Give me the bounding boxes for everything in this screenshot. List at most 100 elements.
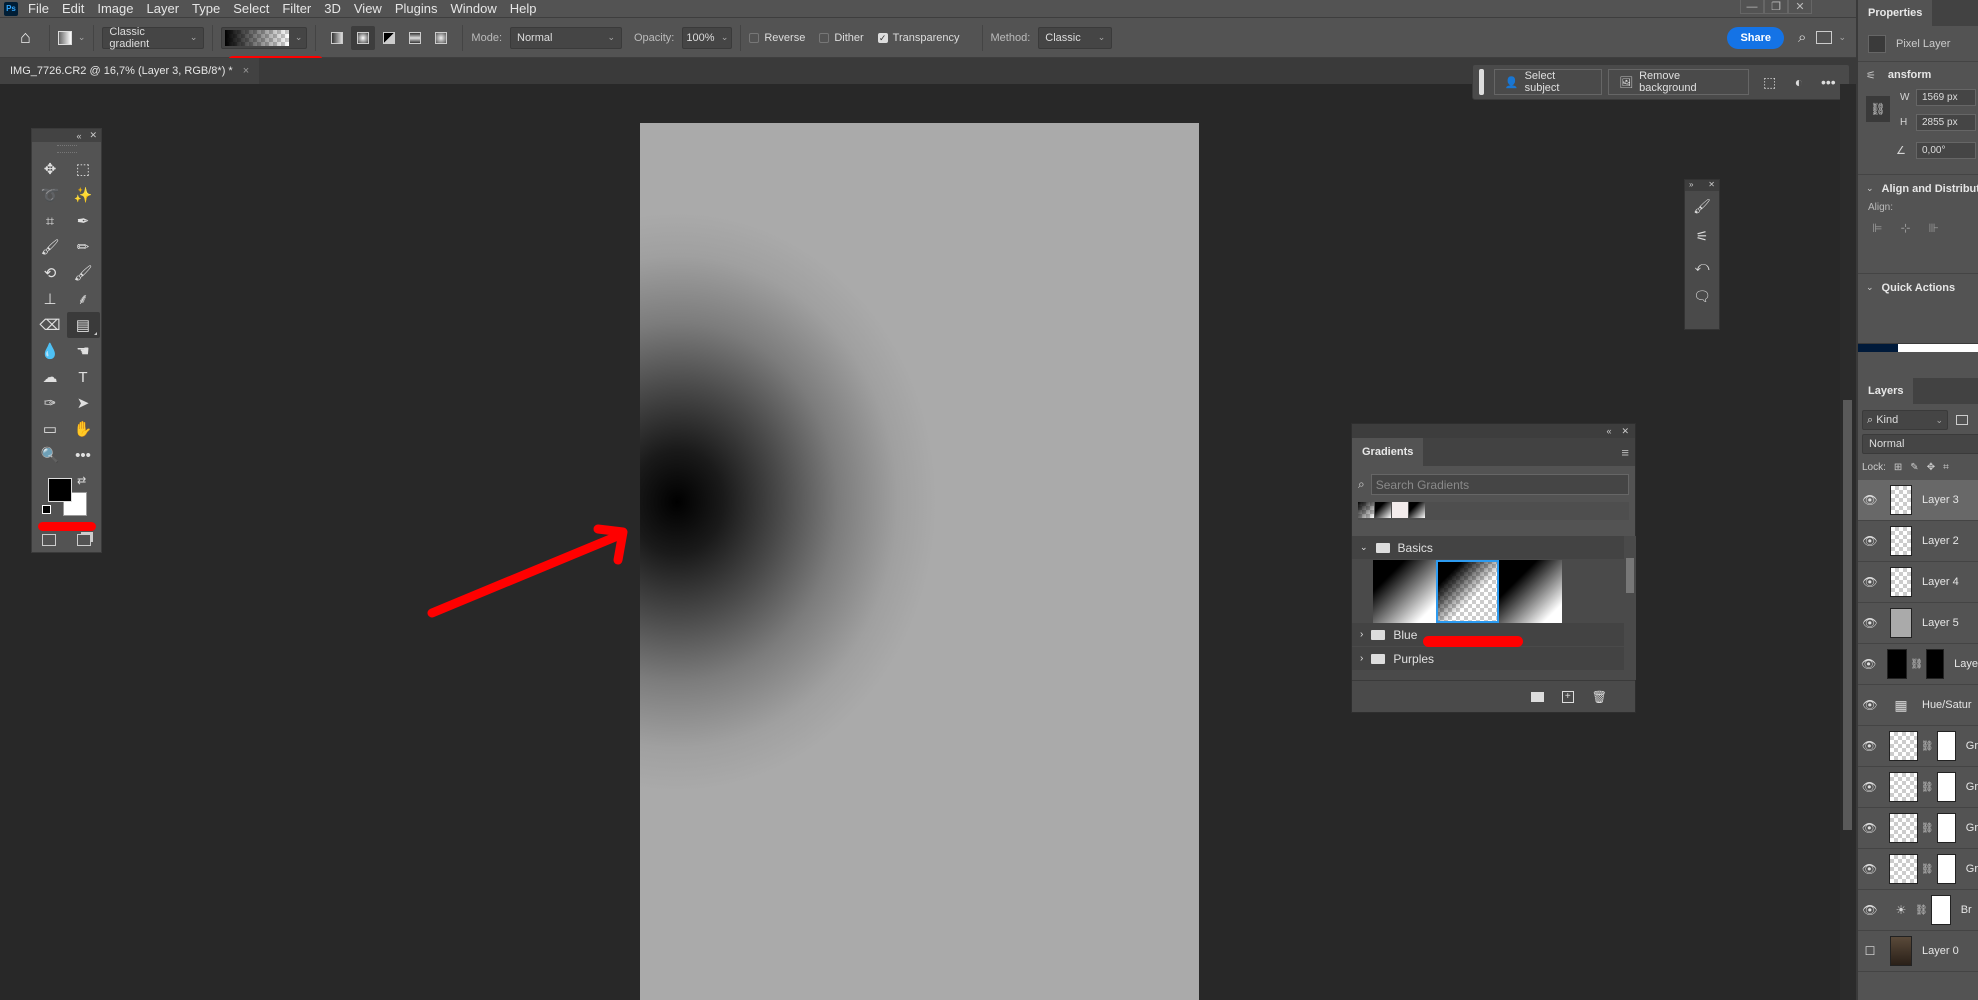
menu-layer[interactable]: Layer <box>147 1 180 16</box>
mode-dropdown[interactable]: Normal ⌄ <box>510 26 622 49</box>
gradients-tab[interactable]: Gradients <box>1352 438 1424 466</box>
gradient-list-scrollbar[interactable] <box>1624 536 1636 680</box>
panel-menu-icon[interactable]: ≡ <box>1621 438 1635 466</box>
collapse-icon[interactable]: « <box>1606 426 1611 436</box>
minimize-button[interactable]: — <box>1740 0 1764 14</box>
close-icon[interactable]: ✕ <box>1708 180 1715 191</box>
share-button[interactable]: Share <box>1727 26 1785 49</box>
layer-row[interactable]: 👁 Layer 2 <box>1858 521 1978 562</box>
dither-checkbox[interactable]: Dither <box>819 32 864 44</box>
select-subject-button[interactable]: 👤 Select subject <box>1493 69 1603 95</box>
menu-view[interactable]: View <box>354 1 382 16</box>
screen-mode-icon[interactable] <box>76 534 91 546</box>
mixer-brush-tool[interactable]: 🖌 <box>67 260 100 286</box>
angle-field[interactable]: 0,00° <box>1916 142 1976 159</box>
eraser-tool[interactable]: ⌫ <box>34 312 67 338</box>
link-icon[interactable]: ⛓ <box>1915 905 1928 916</box>
layer-mask-thumbnail[interactable] <box>1930 895 1951 925</box>
align-left-icon[interactable]: ⊫ <box>1872 221 1882 265</box>
gradient-swatch-black-to-white[interactable] <box>1499 560 1562 623</box>
menu-type[interactable]: Type <box>192 1 220 16</box>
link-icon[interactable]: ⛓ <box>1921 823 1934 834</box>
drag-handle[interactable] <box>56 145 77 153</box>
eye-icon[interactable]: 👁 <box>1858 616 1882 630</box>
marquee-tool[interactable]: ⬚ <box>67 156 100 182</box>
properties-tab[interactable]: Properties <box>1858 0 1933 26</box>
lasso-tool[interactable]: ➰ <box>34 182 67 208</box>
layer-kind-filter[interactable]: ⌕ Kind ⌄ <box>1862 410 1948 430</box>
remove-background-button[interactable]: 🖼 Remove background <box>1608 69 1749 95</box>
menu-window[interactable]: Window <box>450 1 496 16</box>
more-options-icon[interactable]: ••• <box>1814 74 1843 90</box>
drag-handle[interactable] <box>1479 69 1484 95</box>
foreground-color[interactable] <box>48 478 72 502</box>
opacity-field[interactable]: 100% ⌄ <box>682 26 733 49</box>
transform-header[interactable]: ⚟ ansform <box>1858 62 1978 88</box>
adjustment-icon[interactable]: ◐ <box>1784 74 1813 90</box>
menu-filter[interactable]: Filter <box>282 1 311 16</box>
transparency-checkbox[interactable]: ✓ Transparency <box>877 32 960 44</box>
recent-gradient-swatch[interactable] <box>1358 502 1374 518</box>
layer-row[interactable]: 👁 ⛓ Gr <box>1858 767 1978 808</box>
brush-tool[interactable]: 🖌 <box>34 234 67 260</box>
collapse-icon[interactable]: « <box>76 131 81 141</box>
tool-preset-picker[interactable]: ⌄ <box>57 30 85 45</box>
layer-row[interactable]: 👁 ⛓ Gr <box>1858 849 1978 890</box>
layer-row[interactable]: 👁 ⛓ Gr <box>1858 808 1978 849</box>
delete-icon[interactable]: 🗑 <box>1592 690 1607 704</box>
brush-settings-icon[interactable]: 🖌 <box>1685 191 1719 221</box>
diamond-gradient-button[interactable] <box>429 26 453 50</box>
scrollbar-thumb[interactable] <box>1843 400 1852 830</box>
quick-mask-icon[interactable] <box>42 534 57 546</box>
layer-mask-thumbnail[interactable] <box>1936 813 1956 843</box>
history-brush-tool[interactable]: ⟲ <box>34 260 67 286</box>
history-icon[interactable]: ⤺ <box>1685 251 1719 281</box>
crop-tool[interactable]: ⌗ <box>34 208 67 234</box>
smudge-tool[interactable]: ☚ <box>67 338 100 364</box>
layer-mask-thumbnail[interactable] <box>1936 854 1956 884</box>
recent-gradient-swatch[interactable] <box>1392 502 1408 518</box>
new-group-icon[interactable] <box>1530 691 1544 702</box>
eye-icon[interactable]: 👁 <box>1858 739 1881 753</box>
path-selection-tool[interactable]: ➤ <box>67 390 100 416</box>
recent-gradient-swatch[interactable] <box>1375 502 1391 518</box>
swap-colors-icon[interactable]: ⇄ <box>77 474 86 487</box>
menu-file[interactable]: File <box>28 1 49 16</box>
close-icon[interactable]: ✕ <box>1621 426 1629 437</box>
menu-help[interactable]: Help <box>510 1 537 16</box>
default-colors-icon[interactable] <box>42 505 51 514</box>
type-tool[interactable]: T <box>67 364 100 390</box>
search-icon[interactable]: ⌕ <box>1798 29 1806 46</box>
width-field[interactable]: 1569 px <box>1916 89 1976 106</box>
eye-icon[interactable]: 👁 <box>1858 493 1882 507</box>
toolbox-header[interactable]: «✕ <box>32 129 101 142</box>
layer-mask-thumbnail[interactable] <box>1926 649 1945 679</box>
layer-mask-thumbnail[interactable] <box>1936 731 1956 761</box>
close-window-button[interactable]: ✕ <box>1788 0 1812 14</box>
document-tab[interactable]: IMG_7726.CR2 @ 16,7% (Layer 3, RGB/8*) *… <box>0 58 260 84</box>
gradient-type-dropdown[interactable]: Classic gradient ⌄ <box>102 26 205 50</box>
visibility-off-icon[interactable]: ☐ <box>1858 944 1882 958</box>
sponge-tool[interactable]: ☁ <box>34 364 67 390</box>
menu-image[interactable]: Image <box>97 1 133 16</box>
layer-row[interactable]: ☐ Layer 0 <box>1858 931 1978 972</box>
pencil-tool[interactable]: ✏ <box>67 234 100 260</box>
scrollbar-thumb[interactable] <box>1626 558 1634 593</box>
linear-gradient-button[interactable] <box>325 26 349 50</box>
eye-icon[interactable]: 👁 <box>1858 534 1882 548</box>
align-right-icon[interactable]: ⊪ <box>1929 221 1939 265</box>
eye-icon[interactable]: 👁 <box>1858 575 1882 589</box>
move-tool[interactable]: ✥ <box>34 156 67 182</box>
expand-icon[interactable]: » <box>1689 180 1693 191</box>
lock-artboard-icon[interactable]: ⌗ <box>1943 462 1949 473</box>
menu-select[interactable]: Select <box>233 1 269 16</box>
layers-tab[interactable]: Layers <box>1858 378 1914 404</box>
eye-icon[interactable]: 👁 <box>1858 903 1882 917</box>
blur-tool[interactable]: 💧 <box>34 338 67 364</box>
layer-row[interactable]: 👁 ⛓ Laye <box>1858 644 1978 685</box>
panel-header[interactable]: «✕ <box>1352 424 1635 438</box>
eye-icon[interactable]: 👁 <box>1858 821 1881 835</box>
height-field[interactable]: 2855 px <box>1916 114 1976 131</box>
eye-icon[interactable]: 👁 <box>1858 657 1879 671</box>
gradient-swatch-foreground-to-transparent[interactable] <box>1436 560 1499 623</box>
